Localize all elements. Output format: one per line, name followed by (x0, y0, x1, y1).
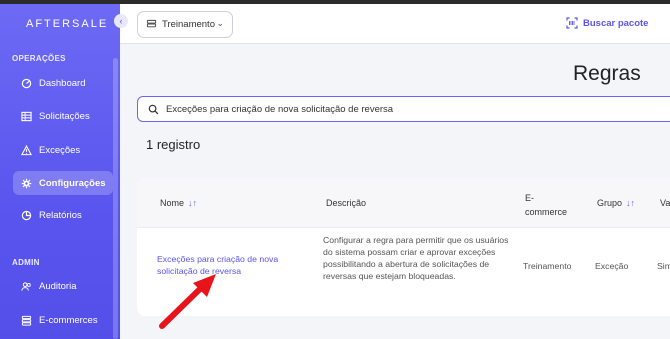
sidebar-item-solicitacoes[interactable]: Solicitações (13, 104, 113, 128)
sidebar: AFTERSALE OPERAÇÕES Dashboard Solicitaçõ… (0, 4, 120, 339)
page-title: Regras (573, 62, 641, 85)
chevron-left-icon[interactable]: ‹ (114, 14, 128, 28)
sidebar-item-label: Dashboard (39, 77, 86, 89)
rule-value: Sim (657, 261, 670, 271)
workspace-select[interactable]: Treinamento ⌄ (137, 11, 233, 38)
table-icon (20, 110, 32, 122)
sidebar-item-dashboard[interactable]: Dashboard (13, 71, 113, 95)
dashboard-icon (20, 77, 32, 89)
sidebar-item-label: E-commerces (39, 314, 98, 326)
sort-icon[interactable]: ↓↑ (188, 198, 197, 208)
store-icon (20, 314, 32, 326)
users-icon (20, 280, 32, 292)
buscar-pacote-label: Buscar pacote (583, 17, 649, 29)
gear-icon (20, 177, 32, 189)
search-icon (148, 104, 159, 114)
sidebar-item-label: Configurações (39, 177, 106, 189)
workspace-select-value: Treinamento (162, 19, 215, 30)
column-header-nome[interactable]: Nome ↓↑ (160, 198, 197, 208)
section-label-admin: ADMIN (12, 258, 40, 267)
sidebar-item-ecommerces[interactable]: E-commerces (13, 308, 113, 332)
rule-group: Exceção (595, 261, 629, 271)
section-label-operacoes: OPERAÇÕES (12, 54, 66, 63)
table-header: Nome ↓↑ Descrição E- commerce Grupo ↓↑ Va (137, 178, 670, 228)
column-header-grupo[interactable]: Grupo ↓↑ (597, 198, 635, 208)
sidebar-item-label: Solicitações (39, 110, 90, 122)
column-header-ecommerce: E- commerce (525, 193, 568, 217)
app-logo: AFTERSALE (26, 18, 109, 30)
sidebar-item-auditoria[interactable]: Auditoria (13, 274, 113, 298)
scan-icon (566, 17, 578, 29)
record-count: 1 registro (146, 137, 201, 152)
search-input-value: Exceções para criação de nova solicitaçã… (166, 103, 394, 115)
sort-icon[interactable]: ↓↑ (626, 198, 635, 208)
search-input[interactable]: Exceções para criação de nova solicitaçã… (137, 96, 670, 122)
database-icon (146, 19, 157, 28)
sidebar-item-label: Exceções (39, 144, 81, 156)
buscar-pacote-button[interactable]: Buscar pacote (566, 17, 648, 29)
annotation-arrow-icon (159, 274, 216, 329)
rule-ecommerce: Treinamento (523, 261, 572, 271)
rule-description: Configurar a regra para permitir que os … (323, 235, 509, 281)
chevron-down-icon: ⌄ (216, 18, 224, 28)
sidebar-item-relatorios[interactable]: Relatórios (13, 203, 113, 227)
report-icon (20, 209, 32, 221)
sidebar-scrollbar[interactable] (113, 58, 118, 339)
sidebar-item-excecoes[interactable]: Exceções (13, 138, 113, 162)
sidebar-item-label: Auditoria (39, 280, 77, 292)
column-header-valor: Va (660, 198, 670, 208)
top-header: Treinamento ⌄ Buscar pacote (120, 4, 670, 44)
sidebar-item-configuracoes[interactable]: Configurações (13, 171, 113, 195)
warning-icon (20, 144, 32, 156)
column-header-descricao: Descrição (326, 198, 367, 208)
sidebar-item-label: Relatórios (39, 209, 82, 221)
